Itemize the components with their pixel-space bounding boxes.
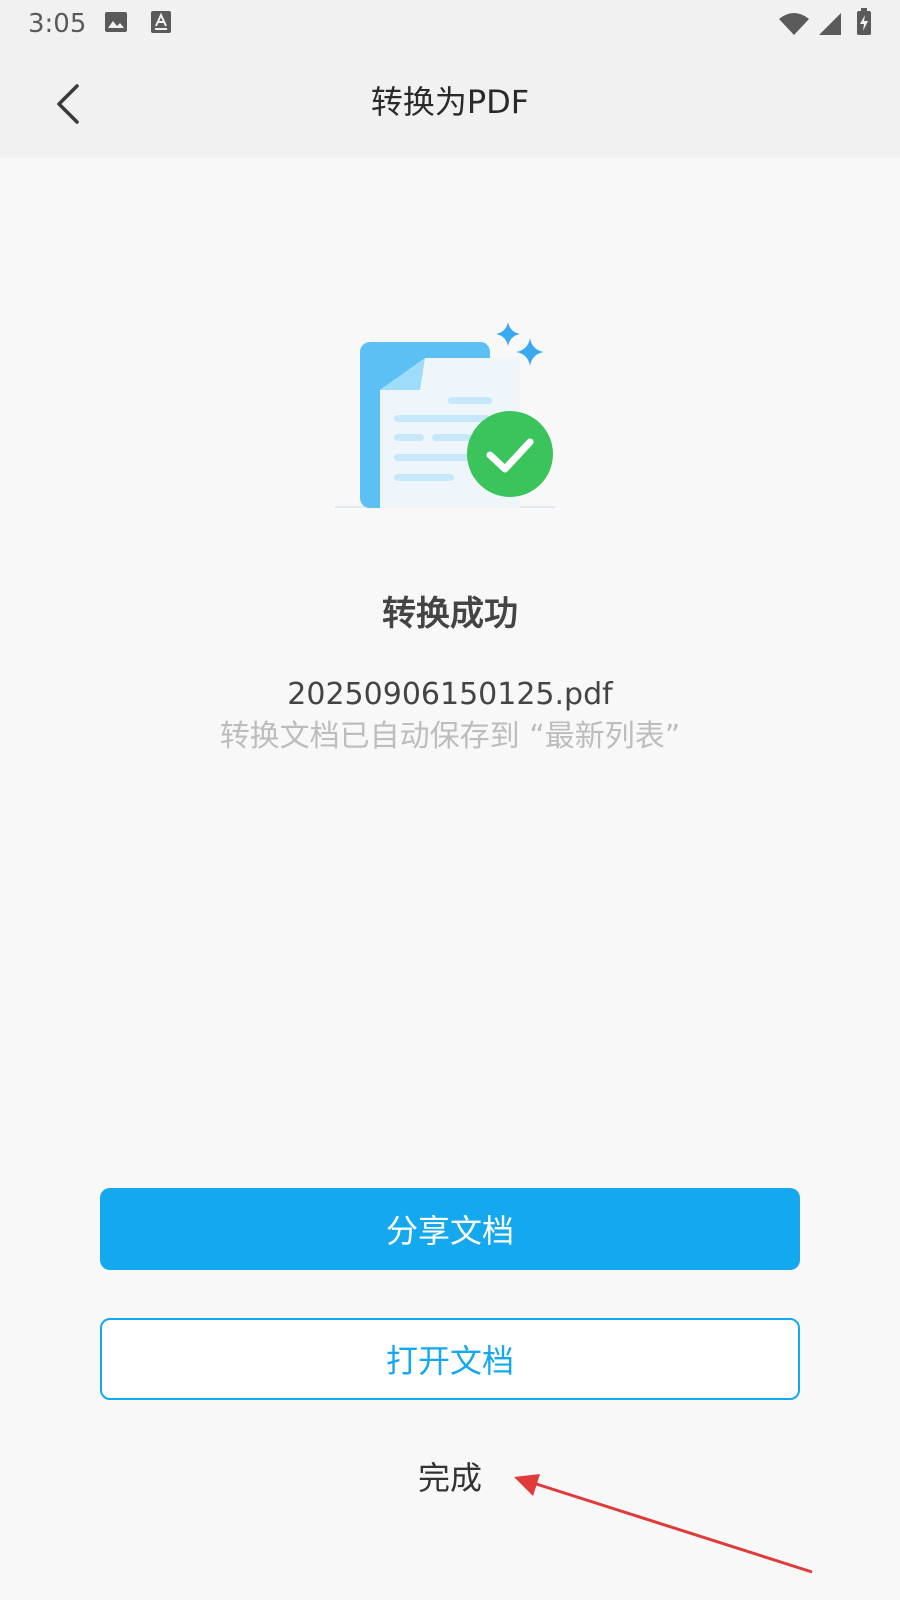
gallery-icon xyxy=(105,12,127,32)
success-title: 转换成功 xyxy=(382,594,518,634)
wifi-icon xyxy=(779,13,809,35)
status-bar: 3:05 xyxy=(0,0,900,48)
annotation-arrow-icon xyxy=(514,1474,813,1574)
share-document-button[interactable]: 分享文档 xyxy=(100,1188,800,1270)
conversion-success-illustration xyxy=(335,322,555,508)
open-document-button[interactable]: 打开文档 xyxy=(100,1318,800,1400)
battery-charging-icon xyxy=(857,8,871,35)
cellular-signal-icon xyxy=(819,13,841,35)
save-location-note: 转换文档已自动保存到 “最新列表” xyxy=(219,719,681,754)
app-bar: 转换为PDF xyxy=(0,48,900,158)
keyboard-a-icon xyxy=(151,11,171,33)
done-button[interactable]: 完成 xyxy=(380,1448,520,1504)
page-title: 转换为PDF xyxy=(370,83,530,121)
status-time: 3:05 xyxy=(28,9,87,39)
file-name: 20250906150125.pdf xyxy=(287,677,613,712)
